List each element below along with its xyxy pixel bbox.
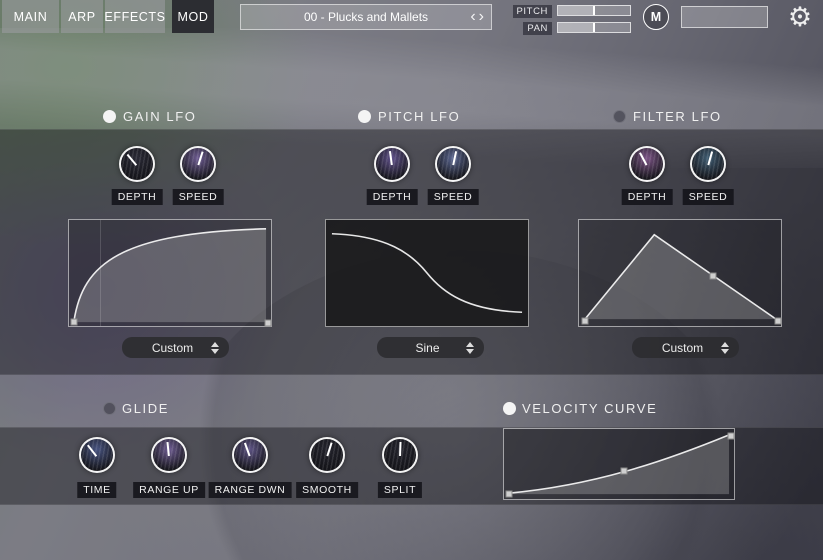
settings-gear-icon[interactable]: ⚙: [784, 1, 816, 33]
glide-range-up-label: RANGE UP: [133, 482, 205, 498]
glide-split-label: SPLIT: [378, 482, 422, 498]
filter-depth-label: DEPTH: [622, 189, 673, 205]
pitch-depth-knob[interactable]: [374, 146, 410, 182]
glide-range-down-label: RANGE DWN: [209, 482, 292, 498]
glide-time-label: TIME: [77, 482, 116, 498]
pitch-lfo-title: PITCH LFO: [378, 109, 460, 124]
gain-lfo-shape-value: Custom: [134, 341, 211, 355]
pitch-depth-label: DEPTH: [367, 189, 418, 205]
pitch-lfo-shape-value: Sine: [389, 341, 466, 355]
knob-needle: [389, 151, 393, 165]
filter-lfo-curve: [579, 220, 781, 326]
filter-speed-knob[interactable]: [690, 146, 726, 182]
gain-lfo-enable-toggle[interactable]: [103, 110, 116, 123]
glide-title: GLIDE: [122, 401, 169, 416]
curve-handle[interactable]: [710, 273, 717, 280]
glide-range-down-knob[interactable]: [232, 437, 268, 473]
velocity-curve-editor[interactable]: [503, 428, 735, 500]
gain-depth-knob[interactable]: [119, 146, 155, 182]
knob-needle: [166, 442, 169, 456]
select-arrows-icon: [721, 342, 729, 354]
grid-line: [100, 220, 101, 326]
knob-needle: [244, 443, 251, 457]
plugin-window: MAIN ARP EFFECTS MOD 00 - Plucks and Mal…: [0, 0, 823, 560]
knob-needle: [197, 151, 203, 165]
pitch-lfo-curve: [326, 220, 528, 326]
glide-time-knob[interactable]: [79, 437, 115, 473]
glide-split-knob[interactable]: [382, 437, 418, 473]
filter-lfo-curve-editor[interactable]: [578, 219, 782, 327]
gain-lfo-panel: GAIN LFO DEPTH SPEED Custom: [0, 0, 274, 560]
gain-lfo-shape-select[interactable]: Custom: [122, 337, 229, 358]
knob-needle: [399, 442, 401, 456]
filter-depth-knob[interactable]: [629, 146, 665, 182]
pitch-speed-label: SPEED: [428, 189, 479, 205]
gain-lfo-title: GAIN LFO: [123, 109, 196, 124]
pitch-lfo-shape-select[interactable]: Sine: [377, 337, 484, 358]
filter-lfo-shape-select[interactable]: Custom: [632, 337, 739, 358]
knob-needle: [326, 442, 332, 456]
knob-needle: [639, 152, 647, 165]
knob-needle: [127, 154, 138, 166]
glide-smooth-label: SMOOTH: [296, 482, 358, 498]
gain-speed-label: SPEED: [173, 189, 224, 205]
curve-handle[interactable]: [621, 468, 628, 475]
glide-smooth-knob[interactable]: [309, 437, 345, 473]
gain-lfo-curve-editor[interactable]: [68, 219, 272, 327]
glide-enable-toggle[interactable]: [103, 402, 116, 415]
knob-needle: [87, 445, 97, 457]
pitch-lfo-enable-toggle[interactable]: [358, 110, 371, 123]
filter-lfo-shape-value: Custom: [644, 341, 721, 355]
filter-lfo-title: FILTER LFO: [633, 109, 722, 124]
curve-handle[interactable]: [506, 491, 513, 498]
velocity-curve-enable-toggle[interactable]: [503, 402, 516, 415]
pitch-lfo-panel: PITCH LFO DEPTH SPEED Sine: [255, 0, 529, 560]
curve-handle[interactable]: [775, 318, 782, 325]
gain-depth-label: DEPTH: [112, 189, 163, 205]
curve-handle[interactable]: [728, 433, 735, 440]
pitch-lfo-curve-editor[interactable]: [325, 219, 529, 327]
curve-handle[interactable]: [71, 319, 78, 326]
gain-speed-knob[interactable]: [180, 146, 216, 182]
knob-needle: [452, 151, 457, 165]
filter-speed-label: SPEED: [683, 189, 734, 205]
filter-lfo-enable-toggle[interactable]: [613, 110, 626, 123]
select-arrows-icon: [466, 342, 474, 354]
knob-needle: [707, 151, 713, 165]
select-arrows-icon: [211, 342, 219, 354]
glide-range-up-knob[interactable]: [151, 437, 187, 473]
velocity-curve: [504, 429, 734, 499]
curve-handle[interactable]: [582, 318, 589, 325]
velocity-curve-title: VELOCITY CURVE: [522, 401, 657, 416]
pitch-speed-knob[interactable]: [435, 146, 471, 182]
